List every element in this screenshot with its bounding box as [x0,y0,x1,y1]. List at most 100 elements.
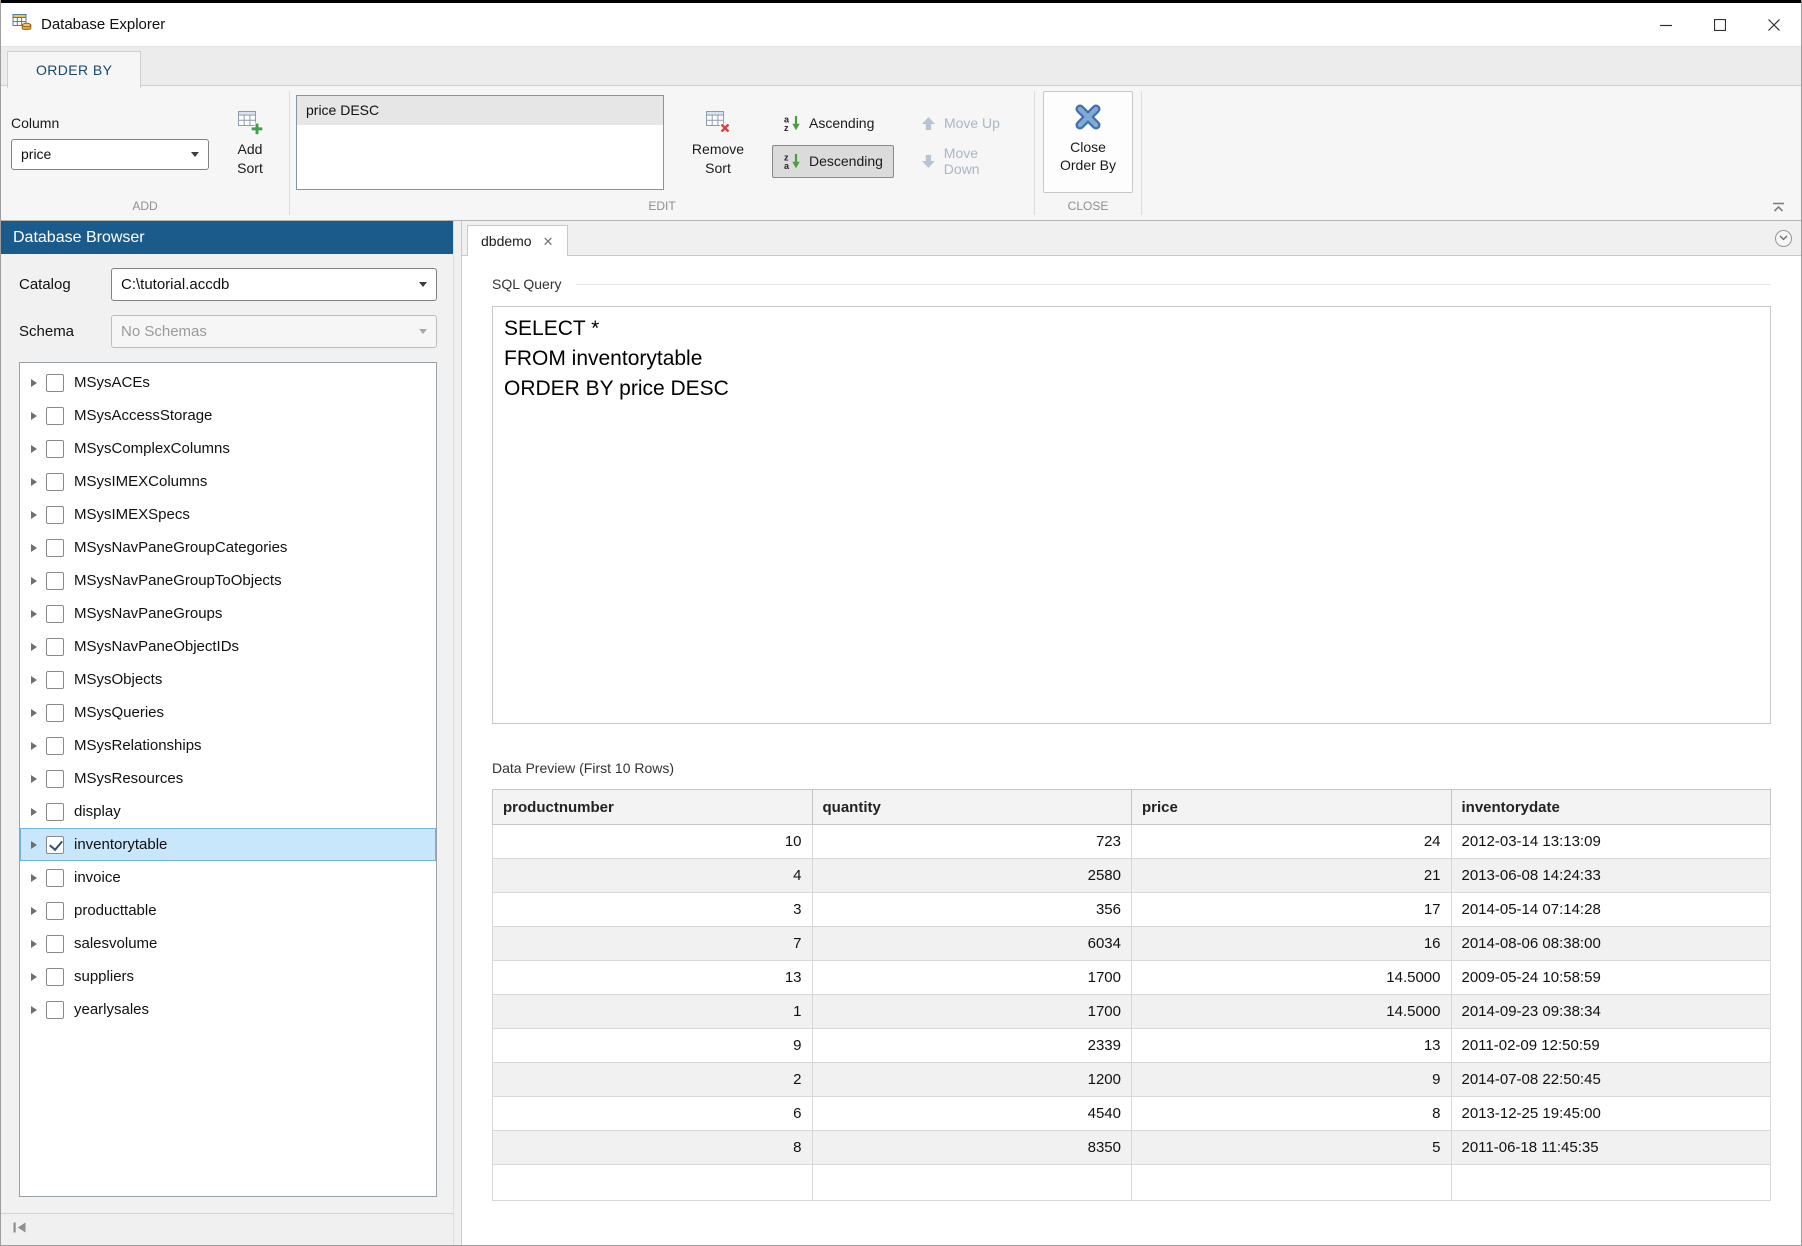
move-up-button[interactable]: Move Up [910,107,1028,140]
expand-arrow-icon[interactable] [31,676,37,684]
table-cell[interactable]: 6 [493,1097,813,1131]
tree-item-MSysIMEXColumns[interactable]: MSysIMEXColumns [20,465,436,498]
tree-item-MSysObjects[interactable]: MSysObjects [20,663,436,696]
expand-arrow-icon[interactable] [31,973,37,981]
table-cell[interactable]: 2011-06-18 11:45:35 [1451,1131,1771,1165]
table-checkbox[interactable] [46,440,64,458]
table-cell[interactable]: 2012-03-14 13:13:09 [1451,825,1771,859]
column-combobox[interactable]: price [11,139,209,170]
expand-arrow-icon[interactable] [31,511,37,519]
remove-sort-button[interactable]: Remove Sort [680,102,756,181]
expand-arrow-icon[interactable] [31,412,37,420]
tree-item-MSysResources[interactable]: MSysResources [20,762,436,795]
tree-item-invoice[interactable]: invoice [20,861,436,894]
table-checkbox[interactable] [46,671,64,689]
expand-arrow-icon[interactable] [31,940,37,948]
table-checkbox[interactable] [46,1001,64,1019]
table-checkbox[interactable] [46,836,64,854]
table-cell[interactable]: 2013-12-25 19:45:00 [1451,1097,1771,1131]
move-down-button[interactable]: Move Down [910,145,1028,178]
table-cell[interactable]: 2009-05-24 10:58:59 [1451,961,1771,995]
expand-arrow-icon[interactable] [31,808,37,816]
table-cell[interactable]: 9 [1132,1063,1452,1097]
table-row[interactable]: 76034162014-08-06 08:38:00 [493,927,1771,961]
table-row[interactable]: 2120092014-07-08 22:50:45 [493,1063,1771,1097]
table-cell[interactable]: 2014-08-06 08:38:00 [1451,927,1771,961]
tree-item-yearlysales[interactable]: yearlysales [20,993,436,1026]
table-cell[interactable]: 4 [493,859,813,893]
tree-item-display[interactable]: display [20,795,436,828]
column-header-price[interactable]: price [1132,790,1452,825]
table-checkbox[interactable] [46,374,64,392]
table-checkbox[interactable] [46,638,64,656]
table-row[interactable]: 6454082013-12-25 19:45:00 [493,1097,1771,1131]
table-cell[interactable]: 16 [1132,927,1452,961]
tree-item-salesvolume[interactable]: salesvolume [20,927,436,960]
tree-item-MSysNavPaneGroupToObjects[interactable]: MSysNavPaneGroupToObjects [20,564,436,597]
tree-item-MSysNavPaneGroups[interactable]: MSysNavPaneGroups [20,597,436,630]
table-cell[interactable]: 6034 [812,927,1132,961]
table-cell[interactable]: 356 [812,893,1132,927]
table-cell[interactable]: 8 [1132,1097,1452,1131]
table-cell[interactable]: 8 [493,1131,813,1165]
expand-arrow-icon[interactable] [31,445,37,453]
tab-order-by[interactable]: ORDER BY [7,51,141,88]
table-cell[interactable]: 13 [1132,1029,1452,1063]
descending-button[interactable]: z a Descending [772,145,894,178]
table-checkbox[interactable] [46,473,64,491]
table-cell[interactable]: 8350 [812,1131,1132,1165]
close-button[interactable] [1747,3,1801,46]
tree-item-MSysNavPaneGroupCategories[interactable]: MSysNavPaneGroupCategories [20,531,436,564]
tree-item-MSysRelationships[interactable]: MSysRelationships [20,729,436,762]
tab-actions-button[interactable] [1775,230,1792,247]
table-cell[interactable]: 1700 [812,961,1132,995]
collapse-browser-button[interactable] [12,1221,28,1239]
catalog-combobox[interactable]: C:\tutorial.accdb [111,268,437,301]
tree-item-suppliers[interactable]: suppliers [20,960,436,993]
table-row[interactable]: 8835052011-06-18 11:45:35 [493,1131,1771,1165]
table-cell[interactable]: 2013-06-08 14:24:33 [1451,859,1771,893]
table-cell[interactable]: 3 [493,893,813,927]
table-row[interactable]: 1170014.50002014-09-23 09:38:34 [493,995,1771,1029]
expand-arrow-icon[interactable] [31,709,37,717]
table-checkbox[interactable] [46,869,64,887]
table-row[interactable]: 10723242012-03-14 13:13:09 [493,825,1771,859]
table-row[interactable]: 13170014.50002009-05-24 10:58:59 [493,961,1771,995]
table-checkbox[interactable] [46,572,64,590]
table-cell[interactable]: 4540 [812,1097,1132,1131]
table-cell[interactable]: 14.5000 [1132,995,1452,1029]
tree-item-MSysQueries[interactable]: MSysQueries [20,696,436,729]
table-cell[interactable]: 21 [1132,859,1452,893]
table-checkbox[interactable] [46,770,64,788]
column-header-quantity[interactable]: quantity [812,790,1132,825]
table-cell[interactable]: 5 [1132,1131,1452,1165]
table-cell[interactable]: 1 [493,995,813,1029]
expand-arrow-icon[interactable] [31,577,37,585]
table-row[interactable]: 42580212013-06-08 14:24:33 [493,859,1771,893]
table-cell[interactable]: 2014-09-23 09:38:34 [1451,995,1771,1029]
table-cell[interactable]: 1700 [812,995,1132,1029]
table-cell[interactable]: 2 [493,1063,813,1097]
maximize-button[interactable] [1693,3,1747,46]
table-checkbox[interactable] [46,407,64,425]
table-cell[interactable]: 9 [493,1029,813,1063]
expand-arrow-icon[interactable] [31,544,37,552]
tree-item-MSysACEs[interactable]: MSysACEs [20,366,436,399]
expand-arrow-icon[interactable] [31,379,37,387]
table-cell[interactable]: 2580 [812,859,1132,893]
tree-item-MSysNavPaneObjectIDs[interactable]: MSysNavPaneObjectIDs [20,630,436,663]
ascending-button[interactable]: a z Ascending [772,107,894,140]
close-tab-icon[interactable]: ✕ [543,235,554,248]
table-checkbox[interactable] [46,803,64,821]
table-checkbox[interactable] [46,737,64,755]
table-checkbox[interactable] [46,704,64,722]
sort-list[interactable]: price DESC [296,95,664,190]
tree-item-inventorytable[interactable]: inventorytable [20,828,436,861]
tab-dbdemo[interactable]: dbdemo ✕ [467,225,568,256]
column-header-productnumber[interactable]: productnumber [493,790,813,825]
table-checkbox[interactable] [46,902,64,920]
table-cell[interactable]: 1200 [812,1063,1132,1097]
panel-splitter[interactable] [453,221,461,1245]
table-cell[interactable]: 2014-07-08 22:50:45 [1451,1063,1771,1097]
table-checkbox[interactable] [46,935,64,953]
